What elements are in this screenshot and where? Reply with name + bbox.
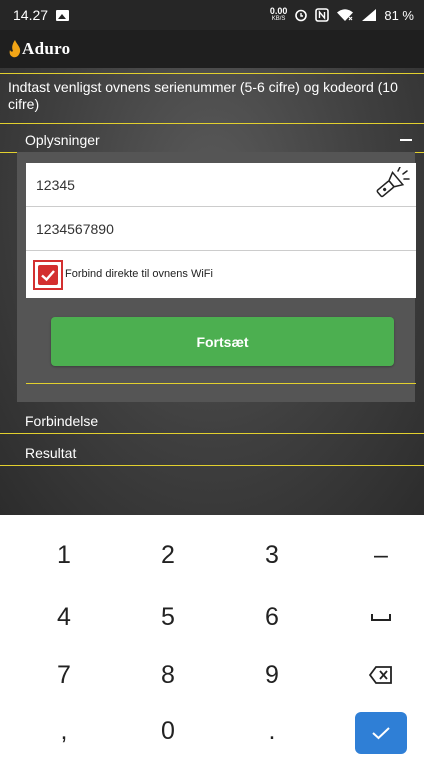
key-8[interactable]: 8 <box>118 651 218 699</box>
logo-text: Aduro <box>22 39 71 58</box>
serial-field-row <box>26 163 416 207</box>
app-bar: Aduro <box>0 30 424 68</box>
section-header-result[interactable]: Resultat <box>0 440 424 465</box>
key-4[interactable]: 4 <box>14 593 114 641</box>
serial-number-input[interactable] <box>36 163 366 207</box>
intro-text: Indtast venligst ovnens serienummer (5-6… <box>8 79 398 112</box>
nfc-icon <box>315 8 330 22</box>
flame-icon <box>9 40 21 58</box>
checkmark-icon <box>372 727 390 740</box>
key-2[interactable]: 2 <box>118 531 218 579</box>
key-9[interactable]: 9 <box>222 651 322 699</box>
continue-button[interactable]: Fortsæt <box>51 317 394 366</box>
wifi-checkbox-label: Forbind direkte til ovnens WiFi <box>65 268 213 280</box>
status-time: 14.27 <box>13 7 49 23</box>
enter-key[interactable] <box>355 712 407 754</box>
aduro-logo: Aduro <box>8 39 70 59</box>
key-0[interactable]: 0 <box>118 707 218 755</box>
section-header-info[interactable]: Oplysninger <box>0 127 424 152</box>
collapse-icon[interactable] <box>400 138 412 141</box>
section-header-connection[interactable]: Forbindelse <box>0 408 424 433</box>
key-6[interactable]: 6 <box>222 593 322 641</box>
wifi-icon <box>337 9 354 21</box>
space-icon <box>371 614 391 621</box>
network-speed-unit: KB/S <box>271 16 286 22</box>
key-backspace[interactable] <box>331 651 424 699</box>
flashlight-icon[interactable] <box>370 167 410 203</box>
check-icon <box>41 270 55 282</box>
password-input[interactable] <box>36 207 366 251</box>
wifi-checkbox[interactable] <box>38 265 58 285</box>
login-form: Forbind direkte til ovnens WiFi <box>26 163 416 298</box>
key-period[interactable]: . <box>222 707 322 755</box>
divider-result <box>0 465 424 466</box>
network-speed: 0.00 KB/S <box>270 7 288 23</box>
section-title-result: Resultat <box>25 444 77 461</box>
divider-panel <box>26 383 416 384</box>
divider-intro <box>0 123 424 124</box>
alarm-icon <box>295 9 308 22</box>
section-title-info: Oplysninger <box>25 131 100 148</box>
backspace-icon <box>369 666 392 684</box>
key-5[interactable]: 5 <box>118 593 218 641</box>
key-7[interactable]: 7 <box>14 651 114 699</box>
key-comma[interactable]: , <box>14 707 114 755</box>
status-bar: 14.27 0.00 KB/S 81 % <box>0 0 424 30</box>
status-icons: 0.00 KB/S 81 % <box>270 0 414 30</box>
numeric-keyboard: 1 2 3 – 4 5 6 7 8 9 , 0 . <box>0 515 424 758</box>
signal-icon <box>362 9 377 21</box>
image-icon <box>56 9 70 21</box>
password-field-row <box>26 207 416 251</box>
section-title-connection: Forbindelse <box>25 412 99 429</box>
key-space[interactable] <box>331 593 424 641</box>
key-1[interactable]: 1 <box>14 531 114 579</box>
battery-percent: 81 % <box>384 7 414 23</box>
divider-top <box>0 73 424 74</box>
key-3[interactable]: 3 <box>222 531 322 579</box>
app-screen: 14.27 0.00 KB/S 81 % Aduro Indtast venlig… <box>0 0 424 515</box>
divider-connection <box>0 433 424 434</box>
key-dash[interactable]: – <box>331 531 424 579</box>
wifi-checkbox-row[interactable]: Forbind direkte til ovnens WiFi <box>26 251 416 298</box>
